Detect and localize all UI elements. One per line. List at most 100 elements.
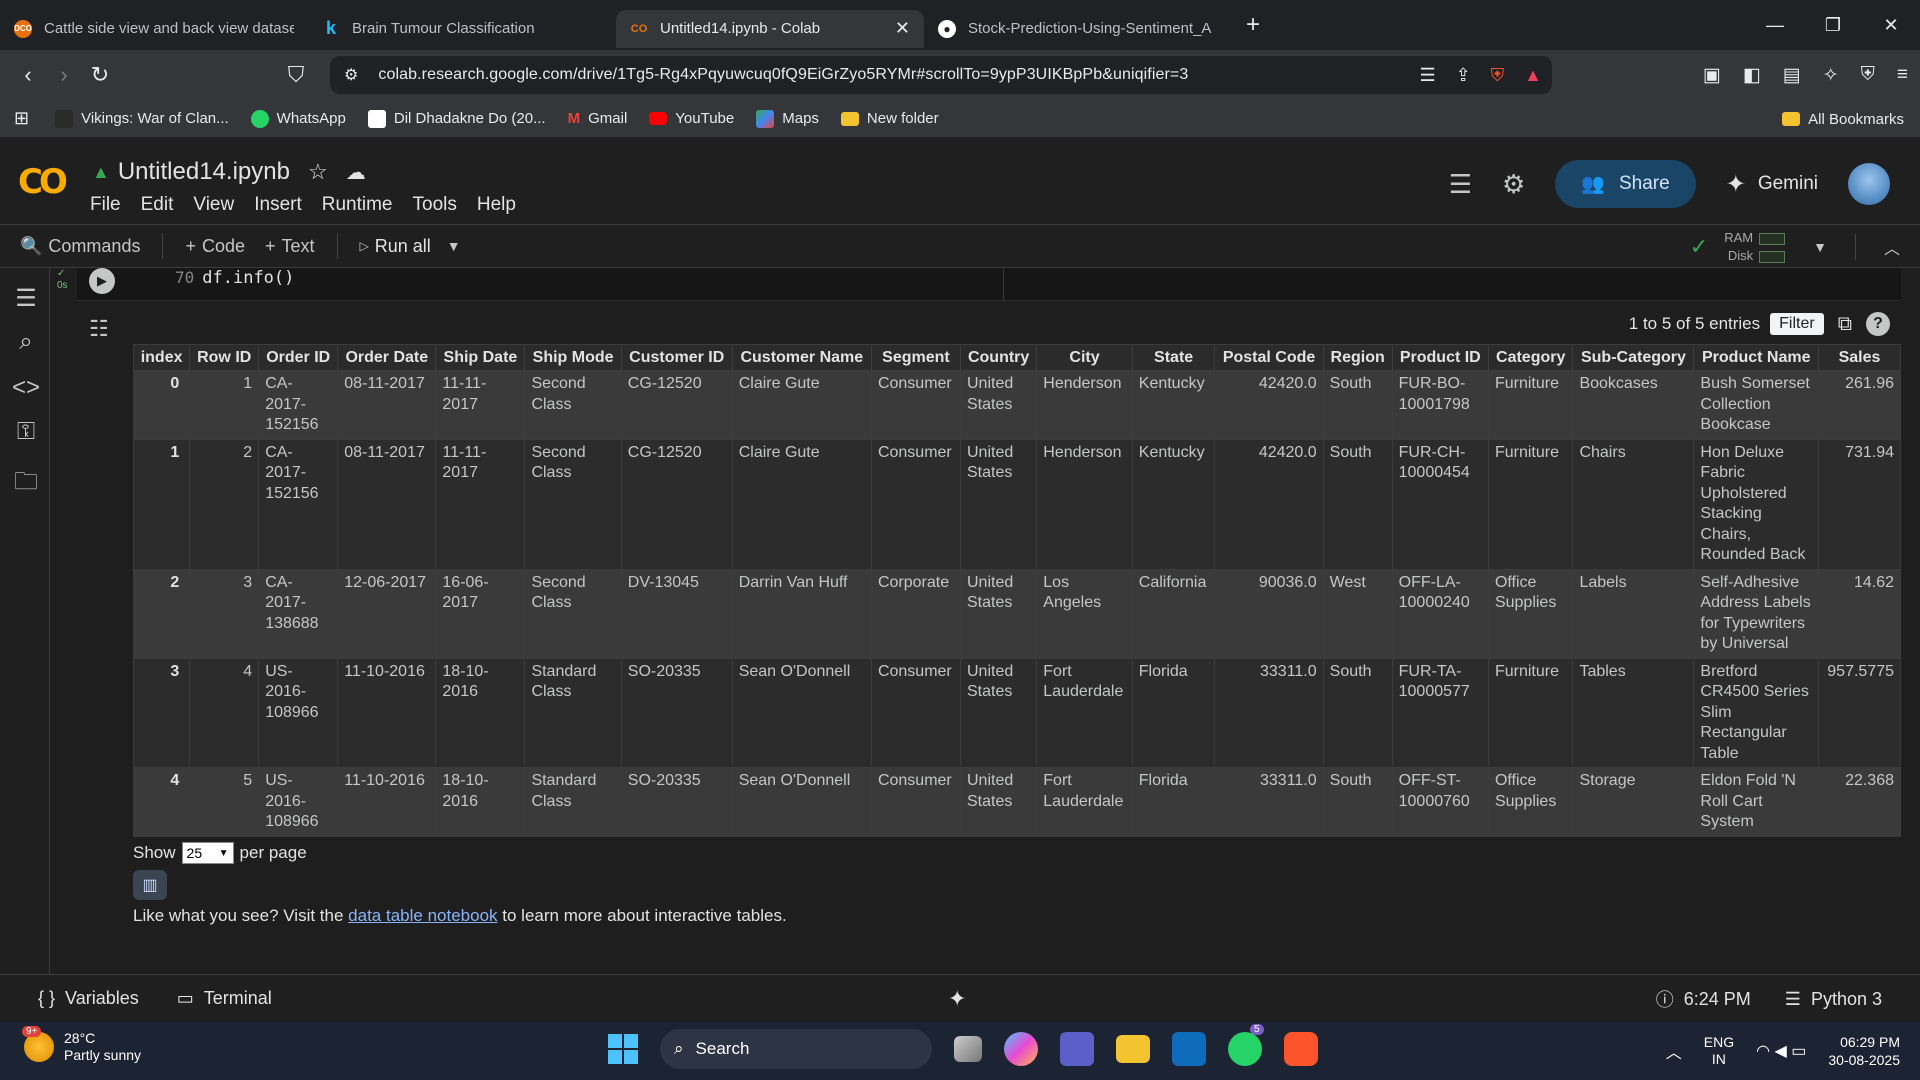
all-bookmarks[interactable]: All Bookmarks <box>1782 100 1904 138</box>
column-header[interactable]: Segment <box>870 344 962 371</box>
share-button[interactable]: 👥 Share <box>1555 160 1696 208</box>
run-all-button[interactable]: ▷ Run all <box>350 236 441 257</box>
data-table-notebook-link[interactable]: data table notebook <box>348 906 497 925</box>
new-tab-icon[interactable]: + <box>1246 11 1260 39</box>
column-header[interactable]: Postal Code <box>1214 344 1324 371</box>
teams-icon[interactable] <box>1060 1032 1094 1066</box>
vpn-icon[interactable]: ⛨ <box>1861 64 1875 86</box>
avatar[interactable] <box>1848 163 1890 205</box>
wallet-icon[interactable]: ▤ <box>1783 64 1801 87</box>
outlook-icon[interactable] <box>1172 1032 1206 1066</box>
run-cell-button[interactable]: ▶ <box>89 268 115 294</box>
commands-button[interactable]: 🔍 Commands <box>10 236 150 257</box>
per-page-select[interactable]: 25 ▼ <box>181 842 234 864</box>
share-page-icon[interactable]: ⇪ <box>1456 65 1471 86</box>
menu-tools[interactable]: Tools <box>413 194 457 216</box>
column-header[interactable]: Sub-Category <box>1572 344 1695 371</box>
browser-tab[interactable]: DCO Cattle side view and back view datas… <box>0 10 308 48</box>
browser-tab-active[interactable]: CO Untitled14.ipynb - Colab ✕ <box>616 9 924 48</box>
menu-view[interactable]: View <box>193 194 234 216</box>
chevron-down-icon[interactable]: ▼ <box>1813 239 1827 255</box>
gemini-sparkle-icon[interactable]: ✦ <box>948 986 966 1012</box>
files-folder-icon[interactable]: 🗀 <box>12 464 40 505</box>
column-header[interactable]: Product ID <box>1391 344 1489 371</box>
column-header[interactable]: City <box>1036 344 1133 371</box>
chart-suggestion-icon[interactable]: ▥ <box>133 870 167 900</box>
windows-start-icon[interactable] <box>608 1034 638 1064</box>
taskbar-search[interactable]: ⌕ Search <box>660 1029 932 1069</box>
column-header[interactable]: index <box>132 344 191 371</box>
brave-rewards-icon[interactable]: ▲ <box>1524 65 1542 86</box>
terminal-button[interactable]: ▭ Terminal <box>177 988 272 1009</box>
column-header[interactable]: Product Name <box>1693 344 1820 371</box>
minimize-icon[interactable]: — <box>1746 15 1804 36</box>
bookmark-icon[interactable]: ⛉ <box>278 62 314 88</box>
task-view-icon[interactable] <box>954 1036 982 1062</box>
settings-gear-icon[interactable]: ⚙ <box>1502 169 1525 200</box>
column-header[interactable]: Customer Name <box>731 344 872 371</box>
bookmark-item[interactable]: Maps <box>756 109 819 128</box>
last-run-status[interactable]: ⓘ 6:24 PM <box>1656 986 1751 1012</box>
column-header[interactable]: State <box>1131 344 1216 371</box>
bookmark-item[interactable]: WhatsApp <box>250 109 346 128</box>
weather-widget[interactable]: 9+ 28°C Partly sunny <box>22 1026 141 1064</box>
back-icon[interactable]: ‹ <box>10 62 46 88</box>
file-explorer-icon[interactable] <box>1116 1035 1150 1063</box>
secrets-key-icon[interactable]: ⚿ <box>12 418 40 446</box>
browser-tab[interactable]: k Brain Tumour Classification <box>308 10 616 48</box>
gemini-button[interactable]: ✦ Gemini <box>1726 170 1818 199</box>
restore-icon[interactable]: ❐ <box>1804 15 1862 36</box>
notebook-title[interactable]: Untitled14.ipynb <box>118 158 290 186</box>
site-info-icon[interactable]: ⚙ <box>344 65 358 85</box>
omnibox[interactable]: ⚙ colab.research.google.com/drive/1Tg5-R… <box>330 56 1552 94</box>
menu-insert[interactable]: Insert <box>254 194 302 216</box>
chevron-up-icon[interactable]: ︿ <box>1884 235 1900 259</box>
reload-icon[interactable]: ↻ <box>82 62 118 88</box>
chevron-down-icon[interactable]: ▼ <box>447 238 461 254</box>
bookmark-item[interactable]: Dil Dhadakne Do (20... <box>367 109 546 128</box>
filter-button[interactable]: Filter <box>1770 313 1824 335</box>
brave-browser-icon[interactable] <box>1284 1032 1318 1066</box>
close-window-icon[interactable]: ✕ <box>1862 15 1920 36</box>
column-header[interactable]: Ship Date <box>435 344 526 371</box>
code-snippets-icon[interactable]: <> <box>12 374 40 402</box>
colab-logo-icon[interactable]: CO <box>18 162 68 202</box>
copilot-icon[interactable] <box>1004 1032 1038 1066</box>
column-header[interactable]: Country <box>959 344 1038 371</box>
help-icon[interactable]: ? <box>1866 312 1890 336</box>
star-icon[interactable]: ☆ <box>308 159 328 185</box>
resource-meter[interactable]: RAM Disk <box>1724 229 1786 265</box>
wifi-icon[interactable]: ◠ ◀ ▭ <box>1756 1041 1806 1061</box>
close-tab-icon[interactable]: ✕ <box>895 18 910 39</box>
column-header[interactable]: Ship Mode <box>524 344 622 371</box>
bookmark-item[interactable]: YouTube <box>649 110 734 127</box>
reader-icon[interactable]: ☰ <box>1419 65 1435 86</box>
forward-icon[interactable]: › <box>46 62 82 88</box>
sidebar-icon[interactable]: ◧ <box>1743 64 1761 87</box>
add-code-button[interactable]: + Code <box>175 236 255 257</box>
output-actions-icon[interactable]: ☷ <box>89 316 109 342</box>
menu-file[interactable]: File <box>90 194 121 216</box>
column-header[interactable]: Customer ID <box>620 344 733 371</box>
screenshot-icon[interactable]: ▣ <box>1703 64 1721 87</box>
column-header[interactable]: Order Date <box>337 344 437 371</box>
column-header[interactable]: Region <box>1322 344 1393 371</box>
cloud-icon[interactable]: ☁ <box>346 160 366 185</box>
menu-icon[interactable]: ≡ <box>1897 64 1908 86</box>
column-header[interactable]: Sales <box>1818 344 1901 371</box>
apps-grid-icon[interactable]: ⊞ <box>14 108 29 129</box>
menu-runtime[interactable]: Runtime <box>322 194 393 216</box>
language-indicator[interactable]: ENG IN <box>1704 1034 1734 1068</box>
runtime-type[interactable]: ☰ Python 3 <box>1785 989 1882 1010</box>
code-cell[interactable]: 70 df.info() <box>77 268 1901 301</box>
bookmark-item[interactable]: New folder <box>840 110 939 127</box>
bookmark-item[interactable]: M Gmail <box>568 110 628 127</box>
bookmark-item[interactable]: Vikings: War of Clan... <box>55 109 229 128</box>
column-header[interactable]: Row ID <box>189 344 260 371</box>
clock[interactable]: 06:29 PM 30-08-2025 <box>1828 1033 1900 1069</box>
menu-help[interactable]: Help <box>477 194 516 216</box>
column-header[interactable]: Category <box>1487 344 1574 371</box>
column-header[interactable]: Order ID <box>258 344 339 371</box>
add-text-button[interactable]: + Text <box>255 236 325 257</box>
url-text[interactable]: colab.research.google.com/drive/1Tg5-Rg4… <box>378 66 1188 84</box>
